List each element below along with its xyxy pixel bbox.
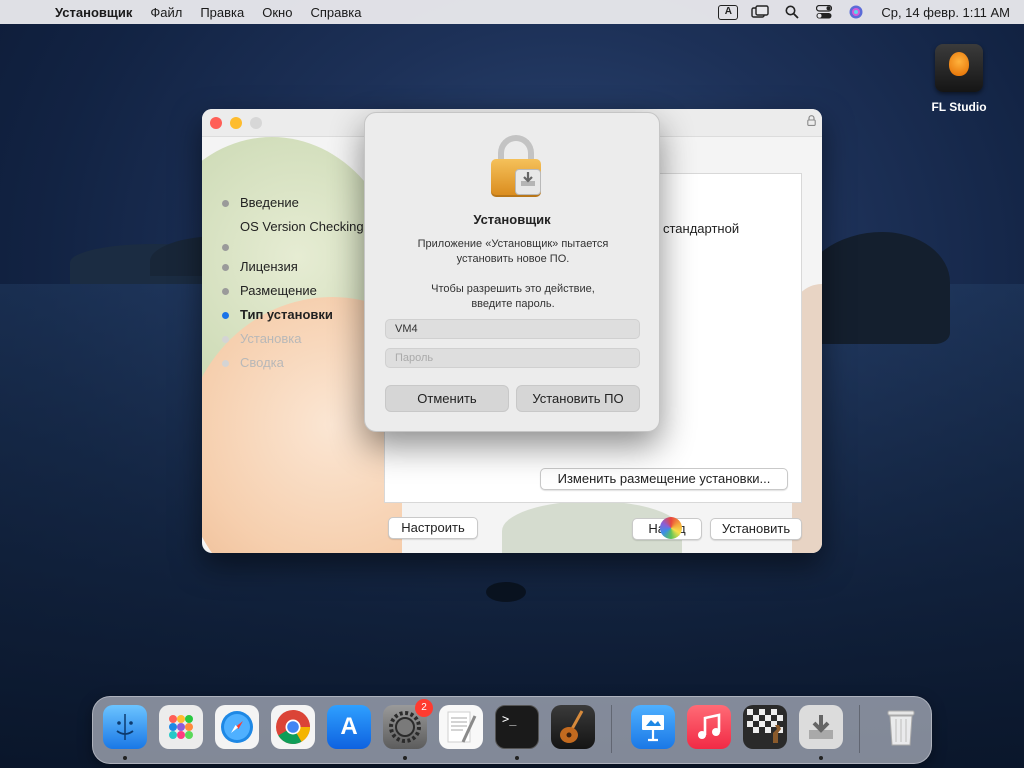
keynote-icon[interactable] bbox=[631, 705, 675, 749]
lock-icon bbox=[807, 115, 816, 129]
close-button[interactable] bbox=[210, 117, 222, 129]
safari-icon[interactable] bbox=[215, 705, 259, 749]
menu-bar: Установщик Файл Правка Окно Справка A Ср… bbox=[0, 0, 1024, 24]
menu-window[interactable]: Окно bbox=[262, 5, 292, 20]
spotlight-search-icon[interactable] bbox=[781, 4, 803, 20]
zoom-button bbox=[250, 117, 262, 129]
content-text: стандартной bbox=[663, 221, 740, 236]
password-field[interactable]: Пароль bbox=[385, 348, 640, 368]
menu-file[interactable]: Файл bbox=[150, 5, 182, 20]
dialog-message: Приложение «Установщик» пытается установ… bbox=[417, 238, 609, 265]
chrome-icon[interactable] bbox=[271, 705, 315, 749]
authorization-dialog: Установщик Приложение «Установщик» пытае… bbox=[364, 112, 660, 432]
step-item: Размещение bbox=[222, 283, 364, 307]
chess-icon[interactable] bbox=[743, 705, 787, 749]
step-item-current: Тип установки bbox=[222, 307, 364, 331]
install-software-button[interactable]: Установить ПО bbox=[516, 385, 640, 412]
dialog-title: Установщик bbox=[473, 212, 551, 227]
siri-icon[interactable] bbox=[845, 4, 867, 20]
padlock-icon bbox=[489, 135, 543, 197]
username-field[interactable]: VM4 bbox=[385, 319, 640, 339]
finder-icon[interactable] bbox=[103, 705, 147, 749]
control-center-icon[interactable] bbox=[813, 4, 835, 20]
step-item: Установка bbox=[222, 331, 364, 355]
trash-icon[interactable] bbox=[879, 705, 923, 749]
installer-icon[interactable] bbox=[799, 705, 843, 749]
music-icon[interactable] bbox=[687, 705, 731, 749]
customize-button[interactable]: Настроить bbox=[388, 517, 478, 539]
desktop-icon-fl-studio[interactable]: FL Studio bbox=[918, 44, 1000, 114]
terminal-icon[interactable]: >_ bbox=[495, 705, 539, 749]
menu-edit[interactable]: Правка bbox=[200, 5, 244, 20]
cancel-button[interactable]: Отменить bbox=[385, 385, 509, 412]
wallpaper-island bbox=[800, 232, 950, 344]
desktop-icon-label: FL Studio bbox=[931, 100, 987, 114]
installer-badge-icon bbox=[515, 169, 541, 195]
system-preferences-icon[interactable]: 2 bbox=[383, 699, 433, 749]
menu-extras: A Ср, 14 февр. 1:11 AM bbox=[707, 0, 1010, 24]
step-item: Введение bbox=[222, 195, 364, 219]
dialog-instruction: Чтобы разрешить это действие, введите па… bbox=[431, 283, 595, 310]
window-switcher-icon[interactable] bbox=[749, 4, 771, 20]
wallpaper-island bbox=[486, 582, 526, 602]
garageband-icon[interactable] bbox=[551, 705, 595, 749]
textedit-icon[interactable] bbox=[439, 705, 483, 749]
dock: A 2 >_ bbox=[92, 696, 932, 764]
launchpad-icon[interactable] bbox=[159, 705, 203, 749]
menu-help[interactable]: Справка bbox=[310, 5, 361, 20]
step-item: Лицензия bbox=[222, 259, 364, 283]
app-store-icon[interactable]: A bbox=[327, 705, 371, 749]
installer-steps: Введение OS Version Checking Лицензия Ра… bbox=[222, 195, 364, 379]
step-item: OS Version Checking bbox=[222, 219, 364, 259]
input-source-icon[interactable]: A bbox=[717, 4, 739, 20]
minimize-button[interactable] bbox=[230, 117, 242, 129]
install-button[interactable]: Установить bbox=[710, 518, 802, 540]
notification-badge: 2 bbox=[415, 699, 433, 717]
menu-app-name[interactable]: Установщик bbox=[55, 5, 132, 20]
busy-cursor-icon bbox=[660, 517, 682, 539]
change-location-button[interactable]: Изменить размещение установки... bbox=[540, 468, 788, 490]
step-item: Сводка bbox=[222, 355, 364, 379]
fl-studio-icon bbox=[935, 44, 983, 92]
menubar-clock[interactable]: Ср, 14 февр. 1:11 AM bbox=[881, 5, 1010, 20]
